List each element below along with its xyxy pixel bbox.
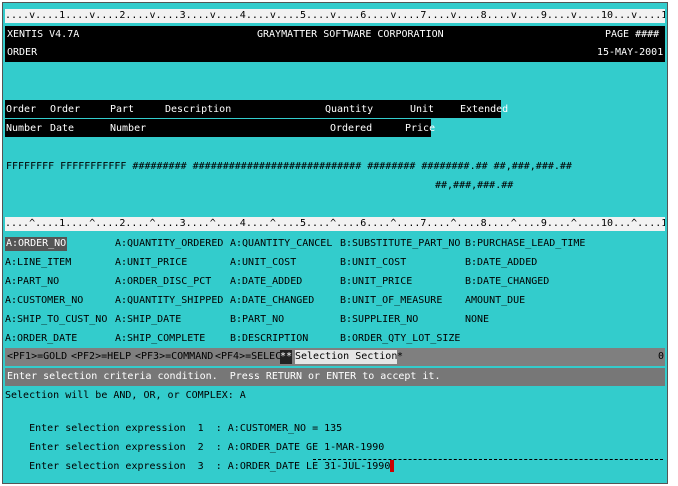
field-item[interactable]: A:UNIT_COST bbox=[230, 256, 296, 270]
field-item[interactable]: A:SHIP_COMPLETE bbox=[115, 332, 205, 346]
field-item[interactable]: B:ORDER_QTY_LOT_SIZE bbox=[340, 332, 460, 346]
pf4-select-key[interactable]: <PF4>=SELECT bbox=[215, 350, 287, 364]
field-item[interactable]: A:LINE_ITEM bbox=[5, 256, 71, 270]
section-name: Selection Section bbox=[295, 350, 398, 364]
field-item[interactable]: B:DESCRIPTION bbox=[230, 332, 308, 346]
field-item[interactable]: A:UNIT_PRICE bbox=[115, 256, 187, 270]
col-quantity-l2: Ordered bbox=[330, 123, 373, 134]
prompt-message: Enter selection criteria condition. Pres… bbox=[5, 368, 665, 386]
field-item[interactable]: B:SUPPLIER_NO bbox=[340, 313, 418, 327]
col-quantity-l1: Quantity bbox=[325, 104, 374, 115]
col-description: Description bbox=[165, 104, 232, 115]
field-item[interactable]: B:DATE_ADDED bbox=[465, 256, 537, 270]
field-item[interactable]: B:SUBSTITUTE_PART_NO bbox=[340, 237, 460, 251]
field-item[interactable]: A:QUANTITY_ORDERED bbox=[115, 237, 223, 251]
col-part-number-l1: Part bbox=[110, 104, 135, 115]
field-item[interactable]: A:ORDER_DISC_PCT bbox=[115, 275, 211, 289]
report-date: 15-MAY-2001 bbox=[597, 47, 664, 58]
selection-expression-3: Enter selection expression 3 : A:ORDER_D… bbox=[5, 446, 395, 483]
pf2-help-key[interactable]: <PF2>=HELP bbox=[71, 350, 131, 364]
pf3-command-key[interactable]: <PF3>=COMMAND bbox=[135, 350, 213, 364]
field-item[interactable]: B:PART_NO bbox=[230, 313, 284, 327]
col-order-number-l1: Order bbox=[6, 104, 37, 115]
field-item[interactable]: A:CUSTOMER_NO bbox=[5, 294, 83, 308]
status-count: 0 bbox=[658, 351, 665, 362]
col-unit-price-l2: Price bbox=[405, 123, 436, 134]
field-item[interactable]: A:PART_NO bbox=[5, 275, 59, 289]
format-mask-line1: FFFFFFFF FFFFFFFFFFF ######### #########… bbox=[6, 161, 572, 172]
column-ruler-top: ....v....1....v....2....v....3....v....4… bbox=[5, 9, 665, 23]
expression-label: Enter selection expression 3 : bbox=[29, 461, 228, 472]
column-ruler-mid: ....^....1....^....2....^....3....^....4… bbox=[5, 217, 665, 231]
format-mask-line2: ##,###,###.## bbox=[435, 180, 514, 191]
col-order-date-l1: Order bbox=[50, 104, 81, 115]
text-cursor bbox=[390, 460, 395, 472]
report-header-bar: XENTIS V4.7A GRAYMATTER SOFTWARE CORPORA… bbox=[5, 26, 665, 62]
col-unit-price-l1: Unit bbox=[410, 104, 435, 115]
col-part-number-l2: Number bbox=[110, 123, 147, 134]
company-name: GRAYMATTER SOFTWARE CORPORATION bbox=[257, 29, 444, 40]
field-item[interactable]: A:ORDER_DATE bbox=[5, 332, 77, 346]
section-marker-end: * bbox=[397, 351, 404, 362]
selection-mode-line: Selection will be AND, OR, or COMPLEX: A bbox=[5, 390, 246, 401]
field-item[interactable]: B:PURCHASE_LEAD_TIME bbox=[465, 237, 585, 251]
section-marker: ** bbox=[280, 350, 293, 364]
field-item[interactable]: A:SHIP_DATE bbox=[115, 313, 181, 327]
field-item[interactable]: AMOUNT_DUE bbox=[465, 294, 525, 308]
field-item[interactable]: B:UNIT_OF_MEASURE bbox=[340, 294, 442, 308]
app-version: XENTIS V4.7A bbox=[7, 29, 80, 40]
field-item[interactable]: A:SHIP_TO_CUST_NO bbox=[5, 313, 107, 327]
field-item[interactable]: A:QUANTITY_SHIPPED bbox=[115, 294, 223, 308]
col-order-date-l2: Date bbox=[50, 123, 75, 134]
field-item[interactable]: A:QUANTITY_CANCEL bbox=[230, 237, 332, 251]
field-item[interactable]: A:DATE_ADDED bbox=[230, 275, 302, 289]
pf1-gold-key[interactable]: <PF1>=GOLD bbox=[7, 350, 67, 364]
field-item[interactable]: B:DATE_CHANGED bbox=[465, 275, 549, 289]
terminal-screen: ....v....1....v....2....v....3....v....4… bbox=[2, 2, 668, 484]
report-name: ORDER bbox=[7, 47, 38, 58]
function-key-bar: <PF1>=GOLD <PF2>=HELP <PF3>=COMMAND <PF4… bbox=[5, 348, 665, 366]
field-item[interactable]: NONE bbox=[465, 313, 489, 327]
field-item[interactable]: B:UNIT_COST bbox=[340, 256, 406, 270]
col-order-number-l2: Number bbox=[6, 123, 43, 134]
field-item[interactable]: B:UNIT_PRICE bbox=[340, 275, 412, 289]
input-field-underline[interactable] bbox=[313, 458, 663, 460]
page-number: PAGE #### bbox=[605, 29, 660, 40]
expression-input[interactable]: A:ORDER_DATE LE 31-JUL-1990 bbox=[228, 461, 391, 472]
field-item[interactable]: A:ORDER_NO bbox=[5, 237, 68, 251]
col-extended: Extended bbox=[460, 104, 509, 115]
field-item[interactable]: A:DATE_CHANGED bbox=[230, 294, 314, 308]
